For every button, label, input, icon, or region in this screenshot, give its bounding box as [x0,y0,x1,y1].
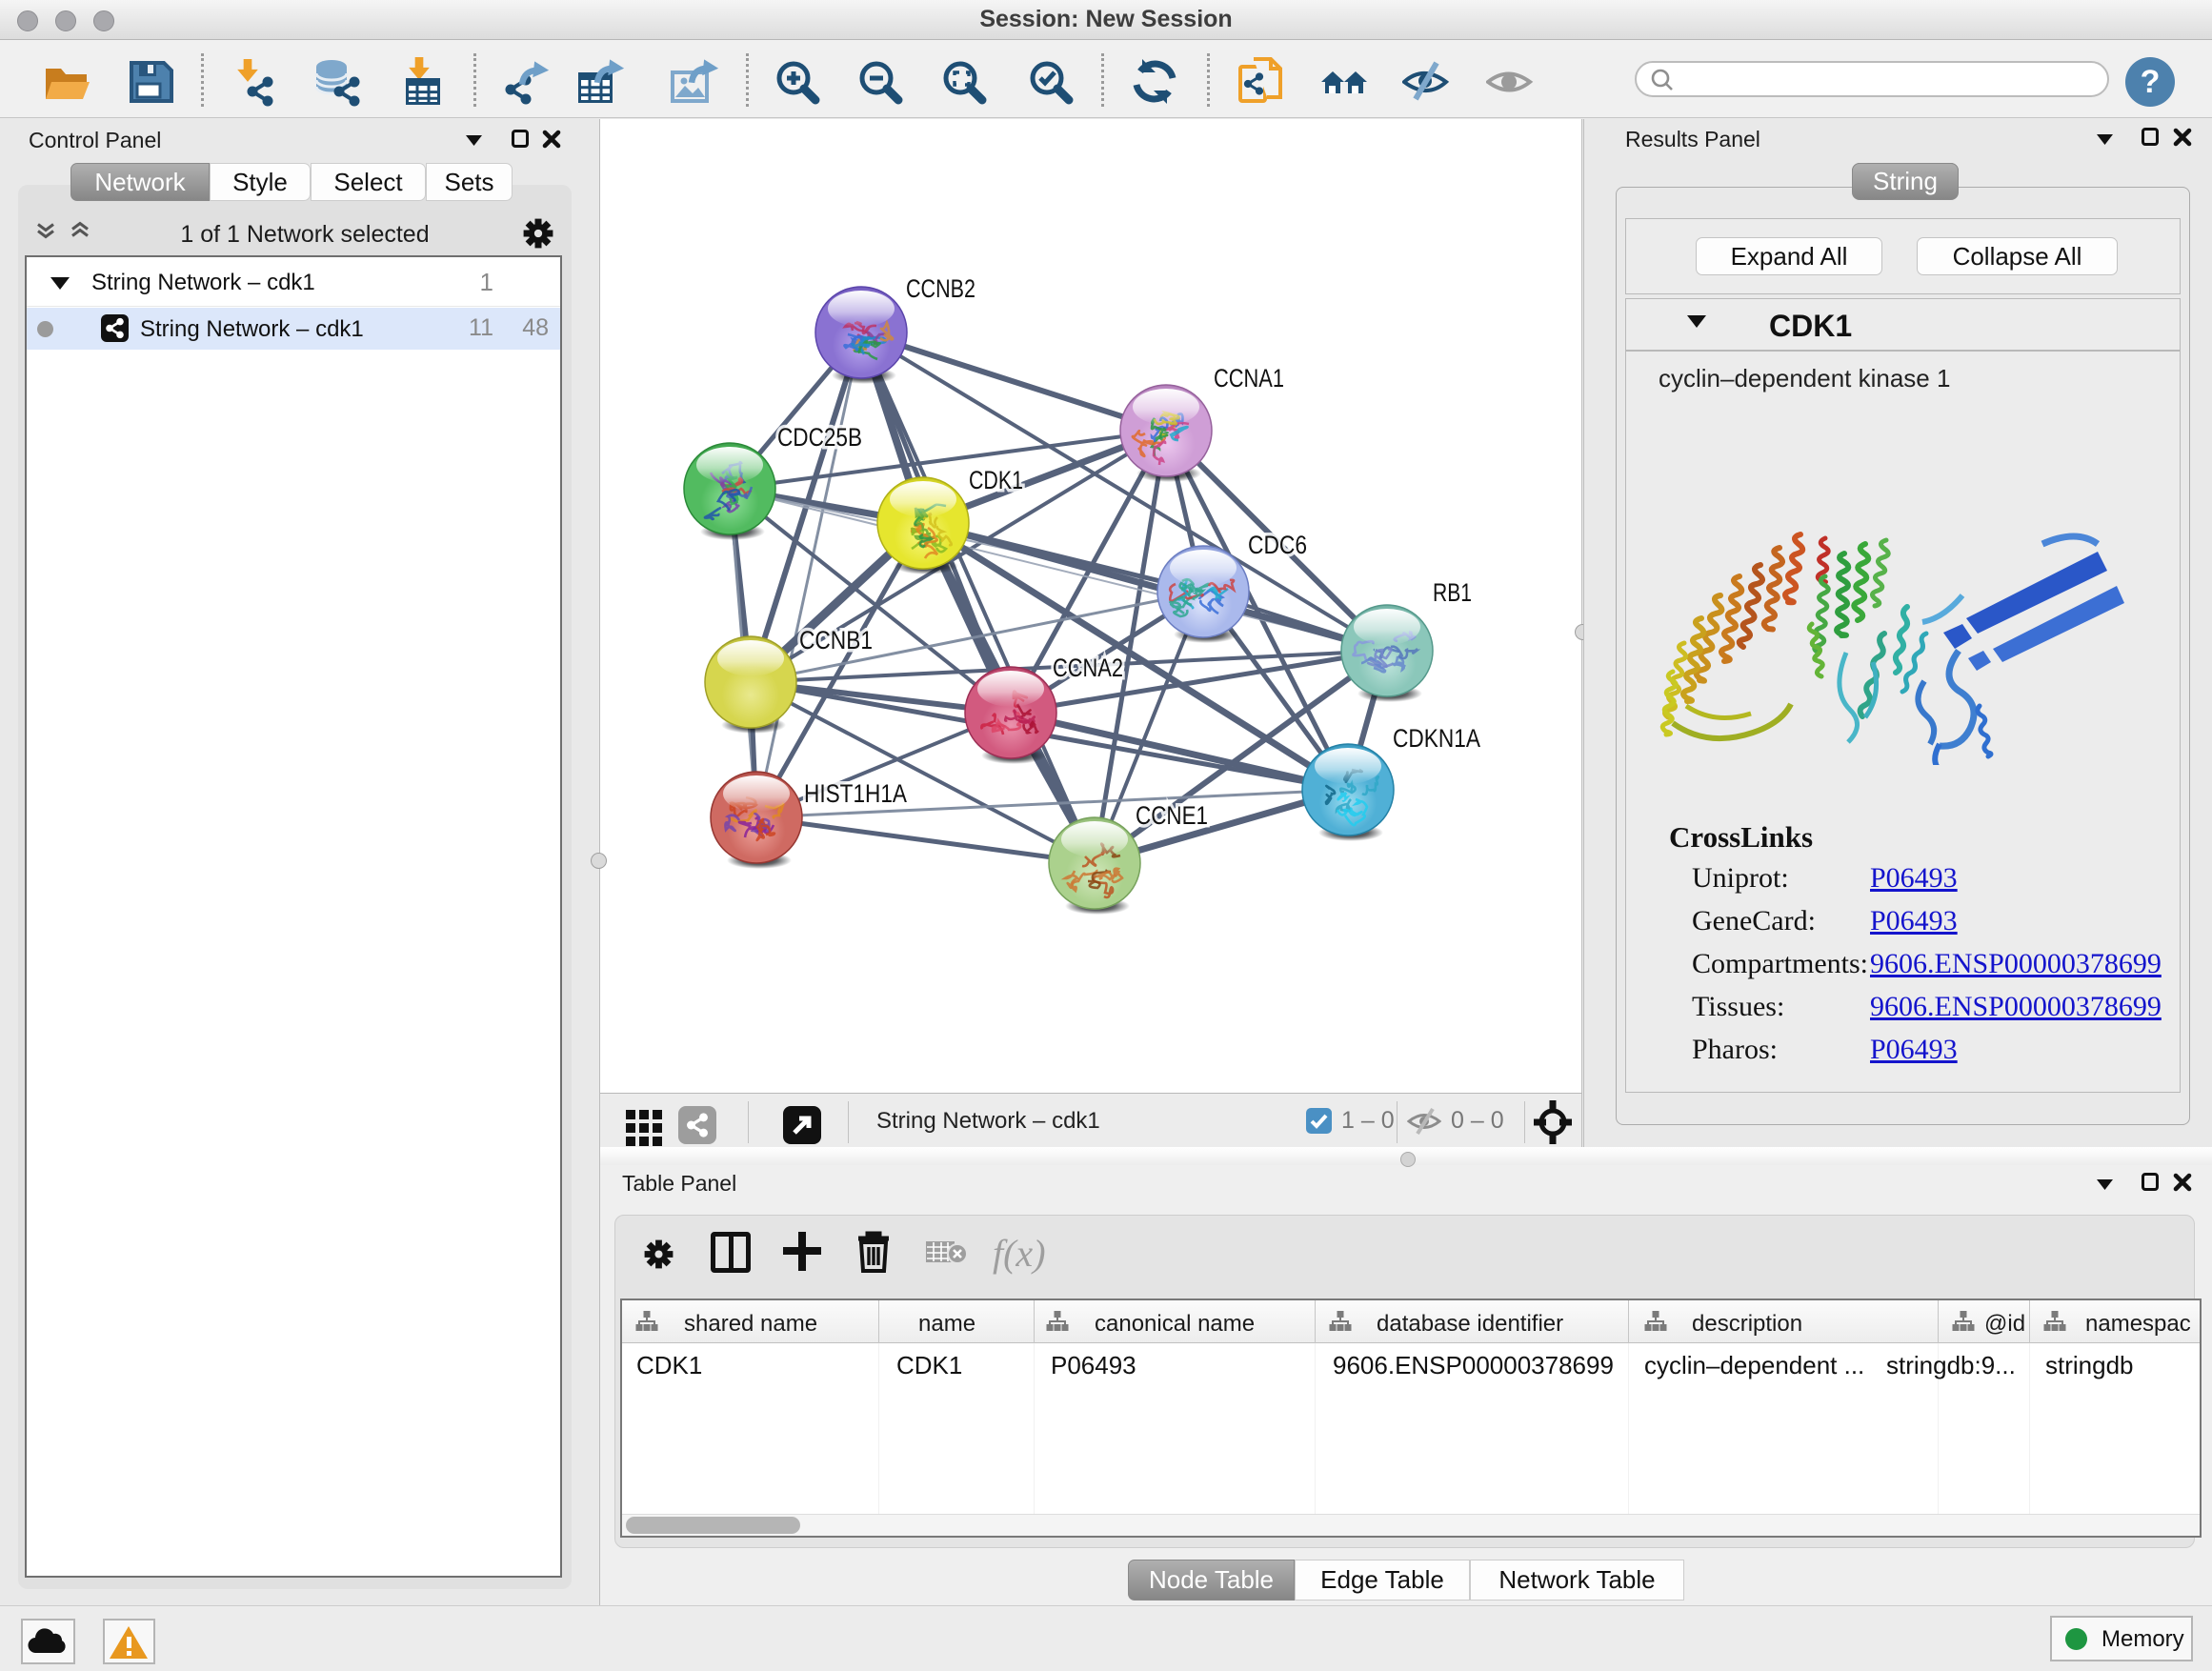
svg-text:CDK1: CDK1 [969,466,1023,494]
svg-text:CDC6: CDC6 [1248,531,1307,559]
svg-text:CDKN1A: CDKN1A [1393,724,1480,753]
svg-text:CCNA2: CCNA2 [1053,654,1123,682]
svg-text:HIST1H1A: HIST1H1A [804,779,907,808]
svg-text:CDC25B: CDC25B [777,423,862,452]
svg-text:CCNA1: CCNA1 [1214,364,1284,393]
svg-text:CCNB1: CCNB1 [799,626,873,654]
svg-text:CCNB2: CCNB2 [906,274,975,303]
svg-text:RB1: RB1 [1433,578,1472,607]
svg-text:CCNE1: CCNE1 [1136,801,1208,830]
